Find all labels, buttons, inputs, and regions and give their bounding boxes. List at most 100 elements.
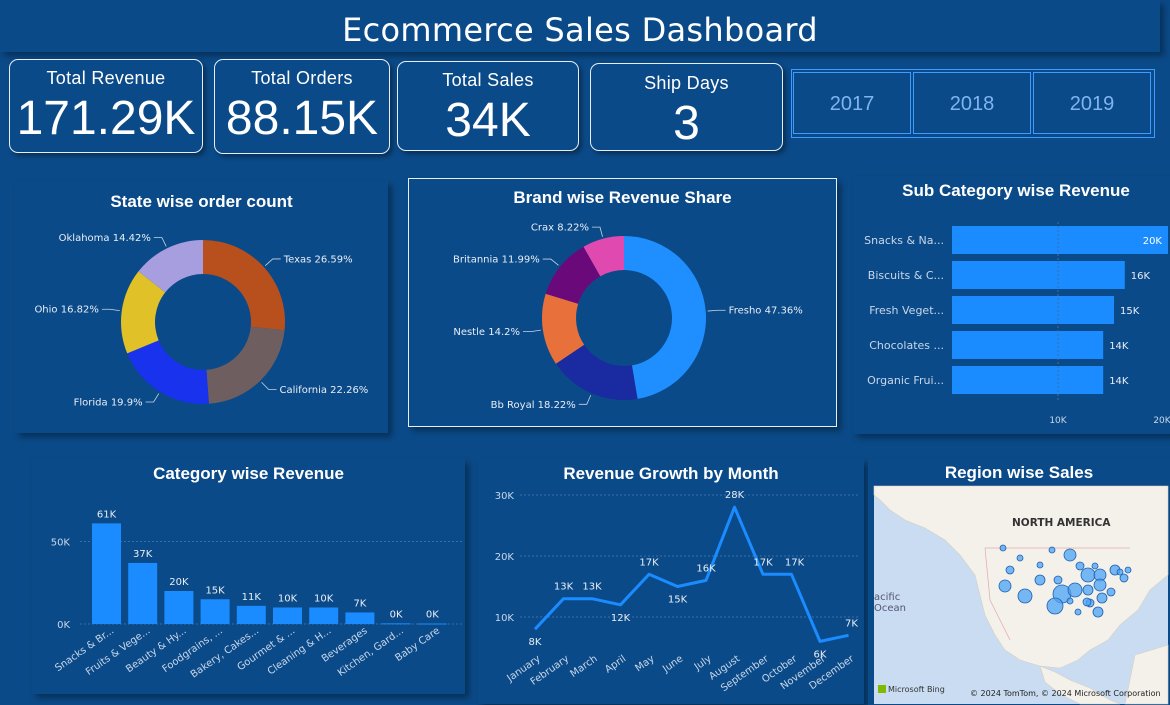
subcategory-x-tick: 20K xyxy=(1153,416,1170,426)
category-bar[interactable] xyxy=(164,591,194,624)
category-bar[interactable] xyxy=(200,599,230,624)
map-bubble[interactable] xyxy=(1096,592,1108,604)
map-bubble[interactable] xyxy=(1036,561,1044,569)
category-bar[interactable] xyxy=(345,612,375,624)
state-order-slice[interactable] xyxy=(203,240,285,331)
category-bar[interactable] xyxy=(309,607,339,625)
region-map[interactable]: NORTH AMERICA acific Ocean Microsoft Bin… xyxy=(873,485,1169,705)
category-bar[interactable] xyxy=(381,623,411,625)
subcategory-bar[interactable] xyxy=(952,296,1114,324)
brand-revenue-data-label: Crax 8.22% xyxy=(531,223,589,234)
state-order-slice[interactable] xyxy=(206,326,285,404)
brand-revenue-data-label: Britannia 11.99% xyxy=(453,255,540,266)
revenue-x-tick: March xyxy=(568,653,599,679)
revenue-data-label: 12K xyxy=(611,613,631,624)
map-bubble[interactable] xyxy=(1063,548,1077,562)
category-data-label: 7K xyxy=(353,598,366,609)
category-x-tick: Kitchen, Gard... xyxy=(336,625,406,679)
revenue-data-label: 13K xyxy=(582,582,602,593)
subcategory-data-label: 16K xyxy=(1131,271,1151,282)
state-order-leader-line xyxy=(101,308,120,311)
map-bubble[interactable] xyxy=(1124,566,1132,574)
revenue-growth-chart[interactable]: 10K20K30K8KJanuary13KFebruary13KMarch12K… xyxy=(495,490,859,694)
map-bubble[interactable] xyxy=(999,544,1007,552)
map-ocean-label: acific Ocean xyxy=(874,592,906,614)
map-logo: Microsoft Bing xyxy=(888,685,945,694)
revenue-x-tick: June xyxy=(660,653,685,675)
category-bar[interactable] xyxy=(273,607,302,625)
revenue-data-label: 15K xyxy=(668,595,688,606)
category-bar[interactable] xyxy=(417,623,447,625)
category-bar[interactable] xyxy=(128,562,158,624)
map-bubble[interactable] xyxy=(1119,573,1129,583)
subcategory-bar[interactable] xyxy=(952,226,1168,254)
category-data-label: 10K xyxy=(314,594,334,605)
subcategory-revenue-chart[interactable]: Snacks & Na... 20K Biscuits & C... 16K Fresh… xyxy=(864,222,1170,426)
subcategory-data-label: 20K xyxy=(1143,236,1163,247)
state-order-leader-line xyxy=(261,381,277,390)
subcategory-bar[interactable] xyxy=(952,366,1104,394)
category-bar[interactable] xyxy=(236,605,266,624)
revenue-y-tick: 20K xyxy=(495,552,515,563)
brand-revenue-slice[interactable] xyxy=(624,236,706,399)
map-bubble[interactable] xyxy=(1005,565,1015,575)
category-data-label: 37K xyxy=(133,549,153,560)
revenue-data-label: 17K xyxy=(785,557,805,568)
map-bubble[interactable] xyxy=(1017,588,1033,604)
map-bubble[interactable] xyxy=(1091,562,1099,570)
state-order-leader-line xyxy=(265,258,281,266)
subcategory-tick-label: Snacks & Na... xyxy=(864,234,944,247)
subcategory-bar[interactable] xyxy=(952,261,1125,289)
subcategory-data-label: 15K xyxy=(1120,306,1140,317)
subcategory-tick-label: Chocolates ... xyxy=(869,339,944,352)
map-region-label: NORTH AMERICA xyxy=(1012,517,1111,529)
revenue-data-label: 13K xyxy=(554,582,574,593)
map-bubble[interactable] xyxy=(1082,597,1092,607)
map-bubble[interactable] xyxy=(1016,554,1024,562)
category-revenue-chart[interactable]: 0K 50K 61K Snacks & Br... 37K Fruits & Vege..… xyxy=(51,509,462,681)
category-data-label: 0K xyxy=(390,609,403,620)
category-bar[interactable] xyxy=(92,523,121,624)
state-order-donut[interactable]: Texas 26.59% California 22.26% Florida 19.… xyxy=(34,233,368,408)
map-bubble[interactable] xyxy=(1075,561,1085,571)
subcategory-data-label: 14K xyxy=(1109,376,1129,387)
map-bubble[interactable] xyxy=(1048,546,1056,554)
subcategory-bar[interactable] xyxy=(952,331,1104,359)
map-bubble[interactable] xyxy=(1106,587,1116,597)
map-bubble[interactable] xyxy=(1080,567,1096,583)
state-order-leader-line xyxy=(145,393,160,403)
category-x-tick: Cleaning & H... xyxy=(266,625,334,677)
category-x-tick: Fruits & Vege... xyxy=(84,625,152,677)
map-bubble[interactable] xyxy=(1093,578,1107,592)
map-bubble[interactable] xyxy=(1053,575,1063,585)
revenue-line[interactable] xyxy=(533,505,849,643)
category-data-label: 0K xyxy=(426,610,439,621)
map-bubble[interactable] xyxy=(1034,574,1046,586)
state-order-data-label: Oklahoma 14.42% xyxy=(59,233,151,244)
revenue-x-tick: May xyxy=(633,653,656,674)
map-bubble[interactable] xyxy=(1092,606,1104,618)
map-logo-icon xyxy=(878,685,886,693)
brand-revenue-data-label: Bb Royal 18.22% xyxy=(491,400,576,411)
revenue-data-label: 16K xyxy=(696,563,716,574)
brand-revenue-leader-line xyxy=(522,329,541,333)
brand-revenue-donut[interactable]: Fresho 47.36% Bb Royal 18.22% Nestle 14.2%… xyxy=(453,223,803,411)
brand-revenue-leader-line xyxy=(542,258,559,266)
map-bubble[interactable] xyxy=(1067,582,1083,598)
brand-revenue-leader-line xyxy=(578,394,592,405)
state-order-slice[interactable] xyxy=(127,340,209,404)
state-order-data-label: Texas 26.59% xyxy=(283,254,353,265)
subcategory-data-label: 14K xyxy=(1109,341,1129,352)
revenue-y-tick: 30K xyxy=(495,491,515,502)
map-bubble[interactable] xyxy=(1116,568,1124,576)
state-order-data-label: California 22.26% xyxy=(280,385,369,396)
revenue-x-tick: April xyxy=(603,653,628,675)
map-bubble[interactable] xyxy=(1066,597,1074,605)
revenue-data-label: 17K xyxy=(639,557,659,568)
map-bubble[interactable] xyxy=(1046,597,1064,615)
map-bubble[interactable] xyxy=(1082,584,1094,596)
map-bubble[interactable] xyxy=(998,579,1012,593)
map-bubble[interactable] xyxy=(1074,608,1082,616)
state-order-leader-line xyxy=(153,237,167,247)
category-data-label: 20K xyxy=(169,577,189,588)
